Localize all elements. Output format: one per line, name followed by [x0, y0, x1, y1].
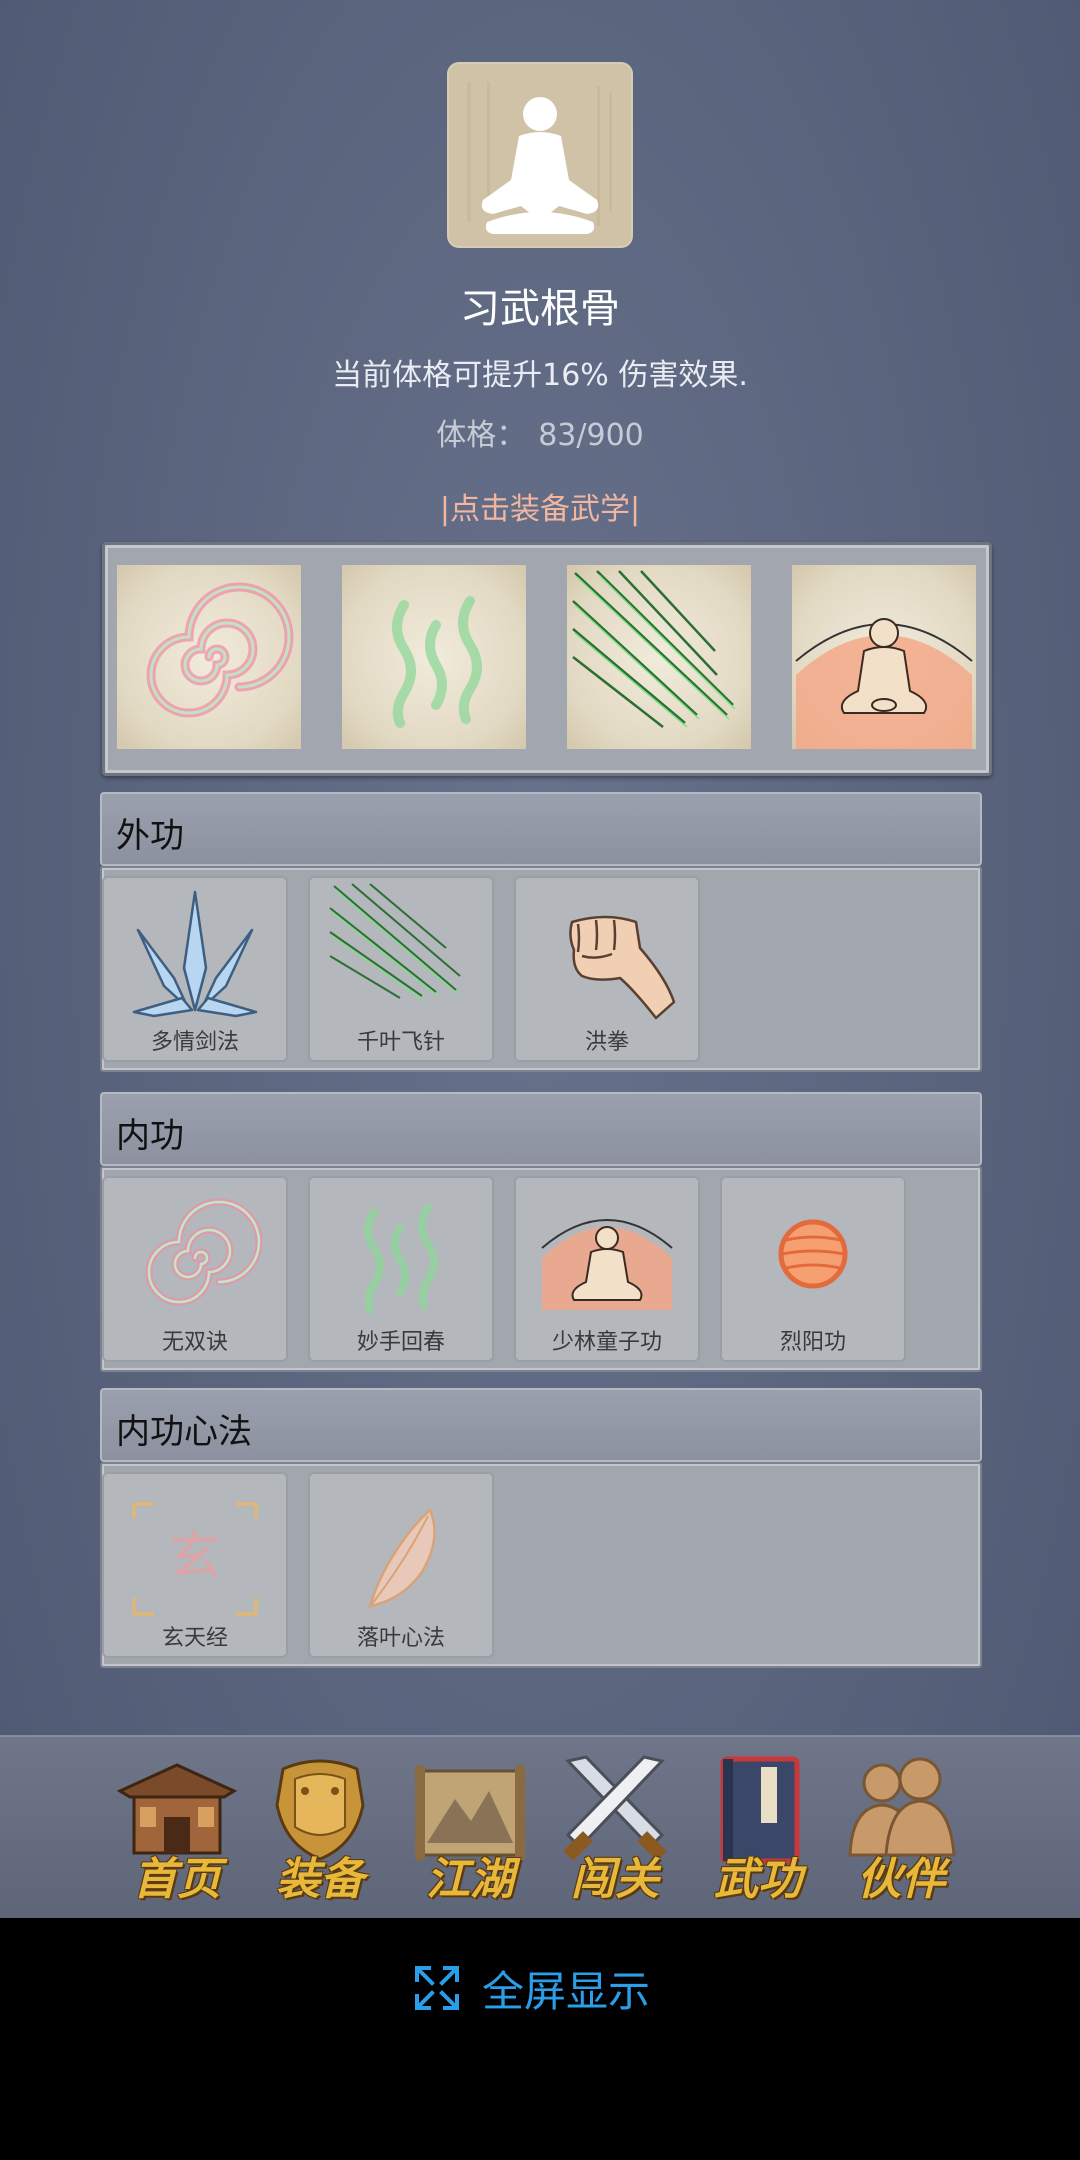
bonus-description: 当前体格可提升16% 伤害效果.: [332, 358, 748, 393]
skill-card[interactable]: 洪拳: [514, 876, 700, 1062]
page-title: 习武根骨: [460, 286, 620, 332]
skill-label: 千叶飞针: [356, 1030, 445, 1055]
bottom-nav: 首页 装备 江湖 闯关 武功 伙伴: [0, 1735, 1080, 1920]
green-needles-icon: [572, 570, 736, 728]
section-title: 内功心法: [116, 1412, 252, 1452]
nav-label: 装备: [276, 1854, 364, 1905]
section-body-external: 多情剑法 千叶飞针 洪拳: [100, 866, 982, 1072]
nav-companions[interactable]: 伙伴: [836, 1747, 966, 1907]
skill-card[interactable]: 千叶飞针: [308, 876, 494, 1062]
section-title: 内功: [116, 1116, 184, 1156]
skill-card[interactable]: 玄 玄天经: [102, 1472, 288, 1658]
fullscreen-button[interactable]: 全屏显示: [414, 1958, 650, 2018]
martial-arts-screen: 习武根骨 当前体格可提升16% 伤害效果. 体格： 83/900 |点击装备武学|: [0, 0, 1080, 1735]
skill-label: 妙手回春: [356, 1330, 445, 1355]
fullscreen-bar: 全屏显示: [0, 1918, 1080, 2160]
nav-label: 伙伴: [857, 1854, 945, 1905]
expand-icon: [415, 1966, 459, 2010]
fullscreen-label: 全屏显示: [482, 1966, 651, 2016]
nav-jianghu[interactable]: 江湖: [405, 1747, 535, 1907]
equipped-skills-panel: [102, 542, 992, 776]
physique-label: 体格：: [436, 418, 527, 453]
green-waves-icon: [392, 596, 482, 728]
section-header-mind-method: 内功心法: [100, 1388, 982, 1462]
skill-label: 多情剑法: [150, 1030, 239, 1055]
skill-label: 落叶心法: [356, 1626, 445, 1651]
orange-monk-icon: [795, 618, 973, 749]
xuan-glyph: 玄: [169, 1527, 221, 1587]
equip-slot-3[interactable]: [567, 565, 751, 749]
equip-slot-2[interactable]: [342, 565, 526, 749]
section-header-internal: 内功: [100, 1092, 982, 1166]
nav-label: 江湖: [426, 1854, 514, 1905]
physique-value: 83/900: [538, 418, 644, 453]
skill-card[interactable]: 烈阳功: [720, 1176, 906, 1362]
nav-home[interactable]: 首页: [112, 1747, 242, 1907]
equip-slot-4[interactable]: [792, 565, 976, 749]
skill-label: 少林童子功: [551, 1330, 662, 1355]
skill-card[interactable]: 无双诀: [102, 1176, 288, 1362]
section-body-internal: 无双诀 妙手回春 少林童子功 烈阳功: [100, 1166, 982, 1372]
skill-card[interactable]: 少林童子功: [514, 1176, 700, 1362]
skill-label: 无双诀: [161, 1330, 228, 1355]
equip-slot-1[interactable]: [117, 565, 301, 749]
nav-label: 首页: [133, 1854, 221, 1905]
section-body-mind-method: 玄 玄天经 落叶心法: [100, 1462, 982, 1668]
skill-card[interactable]: 妙手回春: [308, 1176, 494, 1362]
skill-card[interactable]: 落叶心法: [308, 1472, 494, 1658]
equip-hint-link[interactable]: |点击装备武学|: [0, 484, 1080, 528]
nav-martial-arts[interactable]: 武功: [693, 1747, 823, 1907]
skill-label: 玄天经: [161, 1626, 228, 1651]
pink-spiral-icon: [146, 582, 294, 718]
nav-challenge[interactable]: 闯关: [550, 1747, 680, 1907]
meditation-figure-icon: [447, 62, 633, 248]
section-header-external: 外功: [100, 792, 982, 866]
skill-label: 洪拳: [584, 1030, 629, 1055]
skill-label: 烈阳功: [779, 1330, 846, 1355]
section-title: 外功: [116, 816, 184, 856]
nav-equipment[interactable]: 装备: [255, 1747, 385, 1907]
nav-label: 闯关: [571, 1854, 659, 1905]
physique-stat: 体格： 83/900: [0, 410, 1080, 454]
nav-label: 武功: [714, 1854, 802, 1905]
skill-card[interactable]: 多情剑法: [102, 876, 288, 1062]
